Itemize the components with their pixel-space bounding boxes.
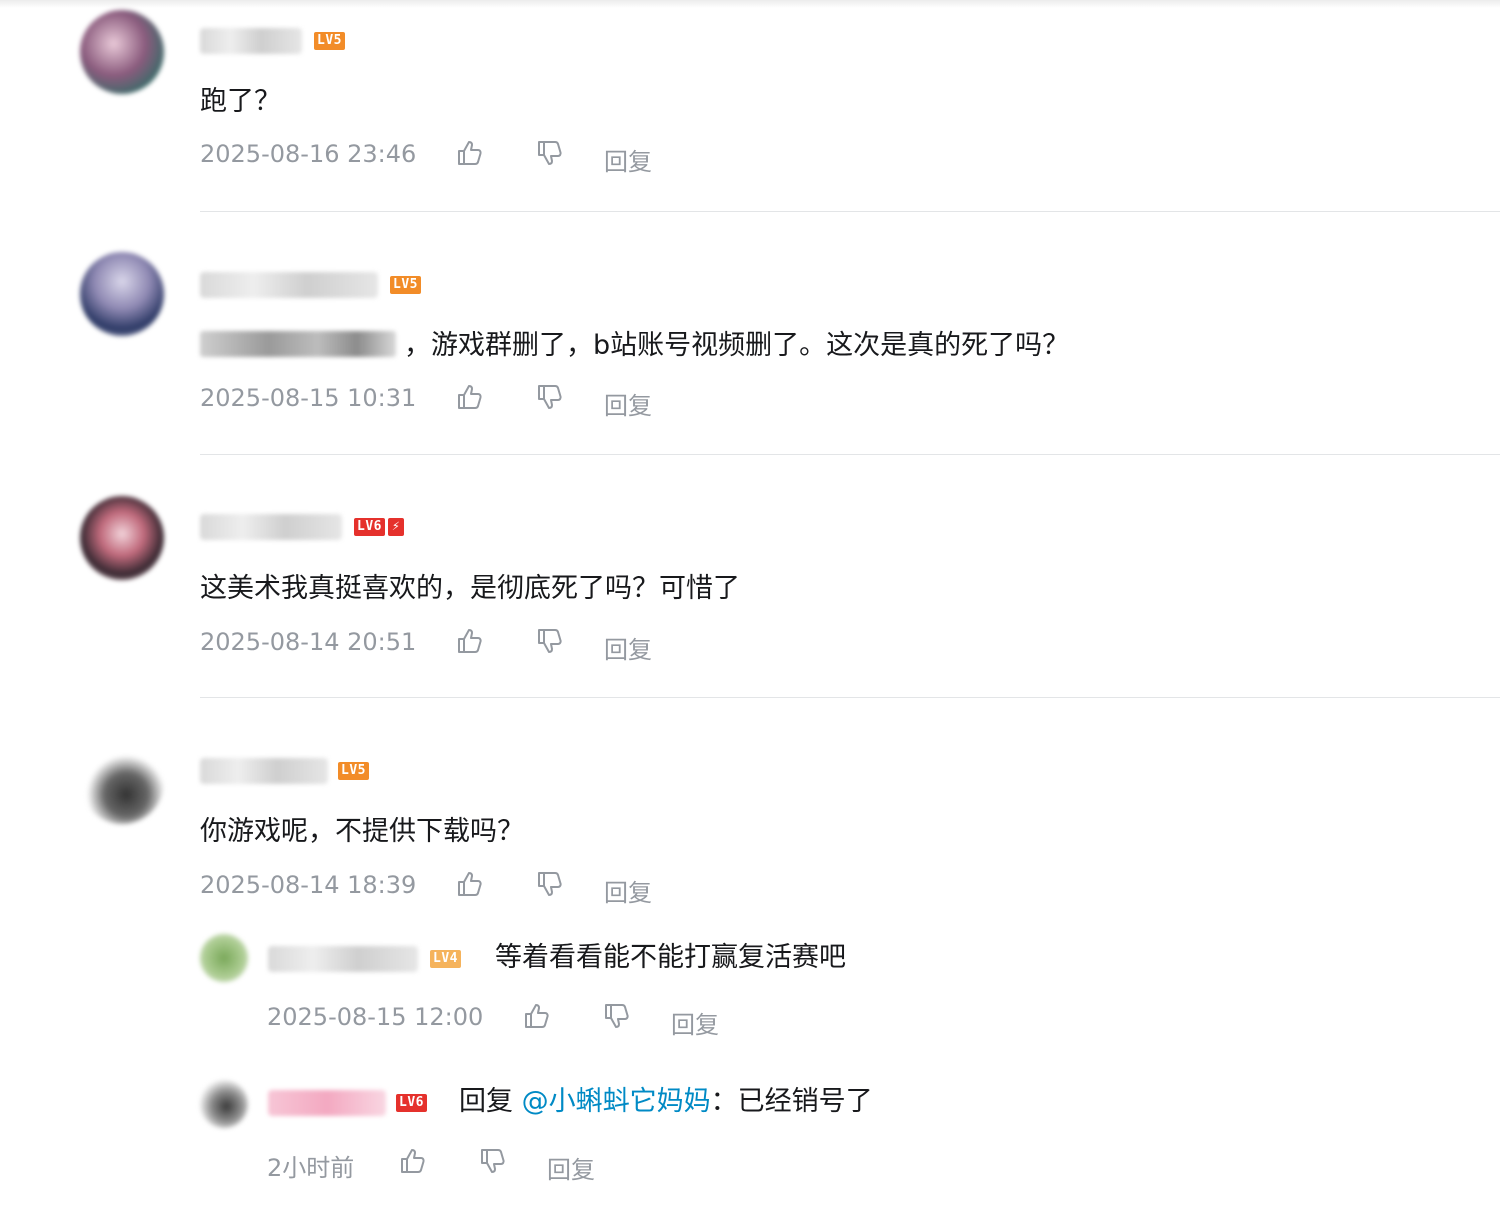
avatar[interactable] (200, 934, 248, 982)
comment-time: 2小时前 (267, 1154, 355, 1182)
level-badge: LV6 (354, 518, 385, 536)
avatar[interactable] (80, 740, 164, 824)
comment-meta: 2025-08-14 18:39 回复 (200, 869, 700, 908)
comment-time: 2025-08-16 23:46 (200, 140, 417, 168)
thumbs-up-icon[interactable] (397, 1146, 427, 1176)
thumbs-up-icon[interactable] (454, 626, 484, 656)
avatar[interactable] (200, 1080, 248, 1128)
level-badge: LV5 (390, 276, 421, 294)
reply-button[interactable]: 回复 (604, 873, 652, 908)
comment-time: 2025-08-15 12:00 (267, 1003, 484, 1031)
thumbs-up-icon[interactable] (454, 138, 484, 168)
username[interactable] (200, 272, 378, 298)
thumbs-down-icon[interactable] (534, 626, 564, 656)
reply-button[interactable]: 回复 (671, 1005, 719, 1040)
reply-button[interactable]: 回复 (604, 142, 652, 177)
user-mention-link[interactable]: @小蝌蚪它妈妈 (522, 1086, 711, 1117)
reply-button[interactable]: 回复 (604, 386, 652, 421)
thumbs-down-icon[interactable] (601, 1001, 631, 1031)
comment-meta: 2小时前 回复 (267, 1146, 767, 1185)
avatar[interactable] (80, 10, 164, 94)
comment-time: 2025-08-14 18:39 (200, 871, 417, 899)
comment-text: 回复 @小蝌蚪它妈妈：已经销号了 (459, 1084, 873, 1120)
comment-text: ，游戏群删了，b站账号视频删了。这次是真的死了吗？ (200, 328, 1069, 364)
comment-meta: 2025-08-15 10:31 回复 (200, 382, 700, 421)
thumbs-up-icon[interactable] (521, 1001, 551, 1031)
comment-text-content: ：已经销号了 (710, 1086, 873, 1117)
thumbs-up-icon[interactable] (454, 382, 484, 412)
divider (200, 454, 1500, 455)
blurred-text (200, 331, 396, 357)
level-badge: LV6 (396, 1094, 427, 1112)
comment-text: 这美术我真挺喜欢的，是彻底死了吗？可惜了 (200, 573, 740, 604)
comment-text: 跑了？ (200, 86, 281, 117)
divider (200, 211, 1500, 212)
username[interactable] (200, 28, 302, 54)
avatar[interactable] (80, 496, 164, 580)
lightning-icon: ⚡ (388, 518, 405, 536)
top-edge (0, 0, 1500, 8)
comment-time: 2025-08-14 20:51 (200, 628, 417, 656)
comment-section: LV5 跑了？ 2025-08-16 23:46 回复 LV5 ，游戏群删了，b… (0, 0, 1500, 1217)
level-badge: LV5 (338, 762, 369, 780)
comment-time: 2025-08-15 10:31 (200, 384, 417, 412)
username[interactable] (200, 758, 328, 784)
comment-meta: 2025-08-15 12:00 回复 (267, 1001, 767, 1040)
username[interactable] (268, 1090, 386, 1116)
avatar[interactable] (80, 252, 164, 336)
divider (200, 697, 1500, 698)
thumbs-down-icon[interactable] (534, 382, 564, 412)
comment-text: 等着看看能不能打赢复活赛吧 (495, 942, 846, 973)
reply-button[interactable]: 回复 (547, 1150, 595, 1185)
comment-meta: 2025-08-16 23:46 回复 (200, 138, 700, 177)
thumbs-up-icon[interactable] (454, 869, 484, 899)
thumbs-down-icon[interactable] (534, 138, 564, 168)
level-badge: LV5 (314, 32, 345, 50)
thumbs-down-icon[interactable] (477, 1146, 507, 1176)
level-badge: LV4 (430, 950, 461, 968)
comment-meta: 2025-08-14 20:51 回复 (200, 626, 700, 665)
thumbs-down-icon[interactable] (534, 869, 564, 899)
username[interactable] (200, 514, 342, 540)
reply-prefix: 回复 (459, 1086, 513, 1117)
reply-button[interactable]: 回复 (604, 630, 652, 665)
comment-text-content: ，游戏群删了，b站账号视频删了。这次是真的死了吗？ (404, 330, 1070, 361)
username[interactable] (268, 946, 418, 972)
comment-text: 你游戏呢，不提供下载吗？ (200, 816, 524, 847)
